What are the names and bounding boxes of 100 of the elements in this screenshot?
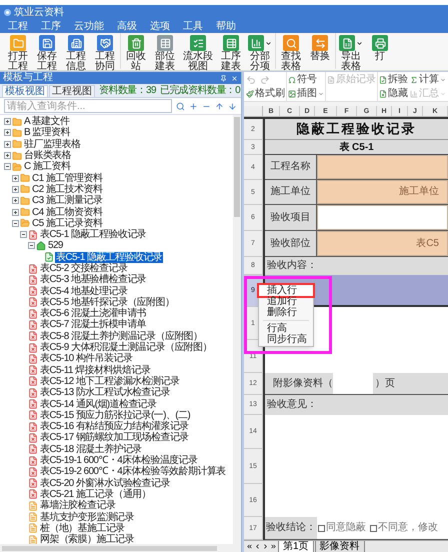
toolbar-button[interactable]: 插图 — [288, 88, 324, 100]
tree-item[interactable]: C4 施工物资资料 — [31, 206, 104, 218]
tree-item[interactable]: C2 施工技术资料 — [31, 184, 104, 195]
toolbar-button[interactable]: 分部分项 — [248, 33, 272, 71]
toolbar-button[interactable]: 拆验 — [379, 74, 408, 86]
tree-item[interactable]: 驻厂监理表格 — [23, 138, 82, 150]
tree-item[interactable]: 幕墙注胶检查记录 — [39, 500, 116, 512]
toolbar-button[interactable]: 工程协同 — [93, 33, 117, 71]
collapse-icon[interactable] — [20, 231, 27, 238]
expand-icon[interactable] — [4, 129, 11, 136]
tree-item[interactable]: 台账类表格 — [23, 150, 72, 162]
tree-item[interactable]: 表C5-5 地基钎探记录（应附图） — [39, 296, 176, 308]
toolbar-button[interactable]: 打 — [368, 33, 392, 71]
search-icon[interactable] — [176, 102, 186, 110]
pin-icon[interactable] — [220, 74, 227, 82]
next-sheet-icon[interactable] — [262, 543, 269, 550]
tree-item[interactable]: 表C5-13 防水工程试水检查记录 — [39, 387, 171, 398]
tree-item[interactable]: C 施工资料 — [23, 161, 72, 172]
tree-item[interactable]: 表C5-18 混凝土养护记录 — [39, 444, 143, 455]
field-value[interactable] — [317, 205, 448, 230]
menu-item[interactable]: 高级 — [117, 22, 137, 32]
tree-item[interactable]: 529 — [47, 240, 64, 252]
toolbar-button[interactable]: 打开工程 — [6, 33, 30, 71]
sheet-tab[interactable]: 影像资料 — [314, 541, 365, 552]
field-value[interactable]: 施工单位 — [317, 180, 448, 204]
toolbar-button[interactable]: 工程信息 — [64, 33, 88, 71]
tree-item[interactable]: 表C5-21 施工记录（通用） — [39, 488, 152, 500]
move-down-icon[interactable] — [228, 102, 237, 110]
tree-item[interactable]: 表C5-6 混凝土浇灌申请书 — [39, 308, 148, 320]
expand-icon[interactable] — [4, 152, 11, 160]
search-field[interactable]: 请输入查询条件... — [4, 99, 172, 113]
scrollbar[interactable] — [233, 115, 241, 544]
tree-item[interactable]: C1 施工管理资料 — [31, 172, 104, 184]
toolbar-button[interactable]: 流水段视图 — [182, 33, 214, 71]
tree-item[interactable]: 表C5-9 大体积混凝土测温记录（应附图） — [39, 342, 213, 354]
toolbar-button[interactable]: 格式刷 — [246, 88, 285, 100]
tree-item[interactable]: 表C5-1 隐蔽工程验收记录 — [55, 252, 164, 263]
tree-item[interactable]: 表C5-20 外窗淋水试验检查记录 — [39, 478, 171, 489]
tree-item[interactable]: 表C5-14 通风(烟)道检查记录 — [39, 398, 158, 410]
tree-item[interactable]: 表C5-10 构件吊装记录 — [39, 353, 134, 364]
field-value[interactable] — [317, 155, 448, 179]
collapse-icon[interactable] — [4, 163, 11, 170]
tree-item[interactable]: 表C5-11 焊接材料烘焙记录 — [39, 364, 152, 376]
menu-item[interactable]: 插入行 — [259, 285, 313, 296]
expand-icon[interactable] — [12, 197, 19, 204]
tree-item[interactable]: 表C5-16 有粘结预应力结构灌浆记录 — [39, 421, 190, 432]
toolbar-button[interactable]: 工序建表 — [219, 33, 243, 71]
toolbar-button[interactable]: 部位建表 — [153, 33, 177, 71]
panel-tab[interactable]: 模板视图 — [2, 85, 48, 97]
tree-item[interactable]: 表C5-19-1 600℃・4床体检验温度记录 — [39, 455, 198, 466]
toolbar-button[interactable]: 替换 — [308, 33, 332, 71]
panel-tab[interactable]: 工程视图 — [49, 85, 95, 97]
toolbar-button[interactable]: 回收站 — [124, 33, 148, 71]
close-icon[interactable] — [231, 74, 238, 82]
tree-item[interactable]: B 监理资料 — [23, 127, 71, 138]
menu-item[interactable]: 工具 — [183, 22, 203, 32]
move-up-icon[interactable] — [215, 102, 224, 110]
tree-item[interactable]: 表C5-19-2 600℃・4床体检验等效龄期计算表 — [39, 466, 227, 478]
tree-item[interactable]: 表C5-15 预应力筋张拉记录(一)、(二) — [39, 410, 192, 421]
menu-item[interactable]: 帮助 — [216, 22, 236, 32]
toolbar-button[interactable]: 符号 — [288, 74, 317, 86]
tree-item[interactable]: 表C5-2 交接检查记录 — [39, 263, 128, 274]
expand-icon[interactable] — [12, 208, 19, 216]
toolbar-button[interactable]: 查找表格 — [279, 33, 303, 71]
previous-sheet-icon[interactable] — [254, 543, 261, 550]
tree-item[interactable]: 表C5-3 地基验槽检查记录 — [39, 274, 148, 286]
first-sheet-icon[interactable] — [246, 543, 253, 550]
expand-icon[interactable] — [4, 140, 11, 148]
collapse-icon[interactable] — [28, 242, 35, 250]
tree-item[interactable]: 表C5-12 地下工程渗漏水检测记录 — [39, 376, 180, 387]
toolbar-button[interactable]: 计算 — [410, 74, 446, 86]
toolbar-button[interactable]: 隐藏 — [379, 88, 408, 100]
tree-item[interactable]: 表C5-7 混凝土拆模申请单 — [39, 319, 148, 330]
input-field[interactable] — [333, 373, 373, 394]
tree-item[interactable]: A 基建文件 — [23, 116, 70, 128]
tree-item[interactable]: 基坑支护变形监测记录 — [39, 512, 136, 523]
toolbar-button[interactable]: 导出表格 — [339, 33, 363, 71]
add-icon[interactable] — [189, 102, 198, 110]
menu-item[interactable]: 云功能 — [74, 22, 104, 32]
sheet-tab[interactable]: 第1页 — [278, 541, 314, 552]
collapse-icon[interactable] — [12, 220, 19, 227]
tree-item[interactable]: C3 施工测量记录 — [31, 195, 104, 206]
menu-item[interactable]: 选项 — [150, 22, 170, 32]
expand-icon[interactable] — [4, 118, 11, 126]
tree-item[interactable]: C5 施工记录资料 — [31, 218, 104, 229]
tree-item[interactable]: 表C5-4 地基处理记录 — [39, 286, 128, 297]
checkbox[interactable] — [318, 524, 325, 532]
toolbar-button[interactable]: 保存工程 — [35, 33, 59, 71]
tree-item[interactable]: 表C5-8 混凝土养护测温记录（应附图） — [39, 330, 204, 342]
last-sheet-icon[interactable] — [270, 543, 277, 550]
field-value[interactable]: 表C5 — [317, 231, 448, 256]
menu-item[interactable]: 工序 — [41, 22, 61, 32]
tree-item[interactable]: 桩（地）基施工记录 — [39, 522, 126, 534]
tree-item[interactable]: 网架（索膜）施工记录 — [39, 534, 136, 544]
scrollbar[interactable] — [0, 544, 241, 552]
tree-item[interactable]: 表C5-1 隐蔽工程验收记录 — [39, 229, 148, 240]
checkbox[interactable] — [370, 524, 377, 532]
menu-item[interactable]: 工程 — [8, 22, 28, 32]
expand-icon[interactable] — [12, 186, 19, 193]
tree-item[interactable]: 表C5-17 钢筋螺纹加工现场检查记录 — [39, 432, 190, 444]
